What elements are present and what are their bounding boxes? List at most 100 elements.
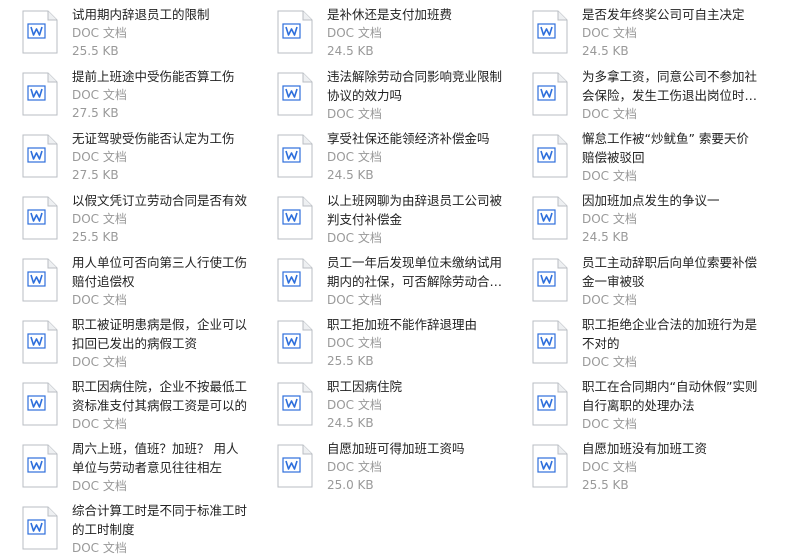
file-title: 职工因病住院，企业不按最低工资标准支付其病假工资是可以的 bbox=[72, 379, 248, 413]
file-type: DOC 文档 bbox=[582, 26, 637, 40]
file-meta: 职工被证明患病是假，企业可以扣回已发出的病假工资 DOC 文档 bbox=[72, 315, 250, 371]
file-type: DOC 文档 bbox=[327, 336, 382, 350]
file-type: DOC 文档 bbox=[72, 212, 127, 226]
file-title: 试用期内辞退员工的限制 bbox=[72, 7, 210, 22]
file-item[interactable]: 因加班加点发生的争议一 DOC 文档 24.5 KB bbox=[510, 191, 760, 247]
file-meta: 员工一年后发现单位未缴纳试用期内的社保，可否解除劳动合同并... DOC 文档 bbox=[327, 253, 505, 309]
word-doc-icon bbox=[532, 196, 568, 240]
file-type: DOC 文档 bbox=[327, 107, 382, 121]
file-item[interactable]: 违法解除劳动合同影响竞业限制协议的效力吗 DOC 文档 bbox=[255, 67, 505, 123]
word-doc-icon bbox=[532, 258, 568, 302]
file-meta: 享受社保还能领经济补偿金吗 DOC 文档 24.5 KB bbox=[327, 129, 505, 184]
file-type: DOC 文档 bbox=[582, 169, 637, 183]
word-doc-icon bbox=[277, 258, 313, 302]
file-title: 自愿加班可得加班工资吗 bbox=[327, 441, 465, 456]
file-type: DOC 文档 bbox=[72, 293, 127, 307]
file-title: 职工在合同期内“自动休假”实则自行离职的处理办法 bbox=[582, 379, 758, 413]
file-size: 25.5 KB bbox=[72, 230, 119, 244]
file-title: 享受社保还能领经济补偿金吗 bbox=[327, 131, 490, 146]
file-meta: 以假文凭订立劳动合同是否有效 DOC 文档 25.5 KB bbox=[72, 191, 250, 246]
file-title: 是否发年终奖公司可自主决定 bbox=[582, 7, 745, 22]
file-title: 懈怠工作被“炒鱿鱼” 索要天价赔偿被驳回 bbox=[582, 131, 749, 165]
word-doc-icon bbox=[22, 444, 58, 488]
word-doc-icon bbox=[532, 10, 568, 54]
file-item[interactable]: 试用期内辞退员工的限制 DOC 文档 25.5 KB bbox=[0, 5, 250, 61]
file-item[interactable]: 自愿加班没有加班工资 DOC 文档 25.5 KB bbox=[510, 439, 760, 495]
file-size: 24.5 KB bbox=[582, 230, 629, 244]
file-title: 提前上班途中受伤能否算工伤 bbox=[72, 69, 235, 84]
file-meta: 无证驾驶受伤能否认定为工伤 DOC 文档 27.5 KB bbox=[72, 129, 250, 184]
file-meta: 以上班网聊为由辞退员工公司被判支付补偿金 DOC 文档 bbox=[327, 191, 505, 247]
file-item[interactable]: 是否发年终奖公司可自主决定 DOC 文档 24.5 KB bbox=[510, 5, 760, 61]
file-item[interactable]: 为多拿工资，同意公司不参加社会保险，发生工伤退出岗位时保险... DOC 文档 bbox=[510, 67, 760, 123]
file-type: DOC 文档 bbox=[582, 355, 637, 369]
word-doc-icon bbox=[22, 320, 58, 364]
word-doc-icon bbox=[22, 72, 58, 116]
file-title: 职工拒绝企业合法的加班行为是不对的 bbox=[582, 317, 758, 351]
file-item[interactable]: 享受社保还能领经济补偿金吗 DOC 文档 24.5 KB bbox=[255, 129, 505, 185]
file-title: 职工拒加班不能作辞退理由 bbox=[327, 317, 478, 332]
file-meta: 为多拿工资，同意公司不参加社会保险，发生工伤退出岗位时保险... DOC 文档 bbox=[582, 67, 760, 123]
file-size: 27.5 KB bbox=[72, 106, 119, 120]
word-doc-icon bbox=[22, 196, 58, 240]
word-doc-icon bbox=[277, 134, 313, 178]
file-item[interactable]: 无证驾驶受伤能否认定为工伤 DOC 文档 27.5 KB bbox=[0, 129, 250, 185]
file-title: 无证驾驶受伤能否认定为工伤 bbox=[72, 131, 235, 146]
file-item[interactable]: 周六上班，值班？加班？ 用人单位与劳动者意见往往相左 DOC 文档 bbox=[0, 439, 250, 495]
file-item[interactable]: 以上班网聊为由辞退员工公司被判支付补偿金 DOC 文档 bbox=[255, 191, 505, 247]
file-size: 24.5 KB bbox=[327, 168, 374, 182]
file-item[interactable]: 综合计算工时是不同于标准工时的工时制度 DOC 文档 bbox=[0, 501, 250, 557]
file-meta: 职工在合同期内“自动休假”实则自行离职的处理办法 DOC 文档 bbox=[582, 377, 760, 433]
file-type: DOC 文档 bbox=[327, 26, 382, 40]
file-item[interactable]: 自愿加班可得加班工资吗 DOC 文档 25.0 KB bbox=[255, 439, 505, 495]
file-item[interactable]: 职工被证明患病是假，企业可以扣回已发出的病假工资 DOC 文档 bbox=[0, 315, 250, 371]
file-title: 是补休还是支付加班费 bbox=[327, 7, 453, 22]
file-item[interactable]: 是补休还是支付加班费 DOC 文档 24.5 KB bbox=[255, 5, 505, 61]
file-title: 职工因病住院 bbox=[327, 379, 403, 394]
file-type: DOC 文档 bbox=[327, 460, 382, 474]
file-type: DOC 文档 bbox=[582, 293, 637, 307]
file-size: 27.5 KB bbox=[72, 168, 119, 182]
file-item[interactable]: 职工拒绝企业合法的加班行为是不对的 DOC 文档 bbox=[510, 315, 760, 371]
word-doc-icon bbox=[277, 320, 313, 364]
word-doc-icon bbox=[277, 382, 313, 426]
file-size: 25.5 KB bbox=[582, 478, 629, 492]
file-meta: 懈怠工作被“炒鱿鱼” 索要天价赔偿被驳回 DOC 文档 bbox=[582, 129, 760, 185]
file-type: DOC 文档 bbox=[72, 417, 127, 431]
word-doc-icon bbox=[532, 444, 568, 488]
file-meta: 职工因病住院，企业不按最低工资标准支付其病假工资是可以的 DOC 文档 bbox=[72, 377, 250, 433]
file-meta: 违法解除劳动合同影响竞业限制协议的效力吗 DOC 文档 bbox=[327, 67, 505, 123]
file-item[interactable]: 以假文凭订立劳动合同是否有效 DOC 文档 25.5 KB bbox=[0, 191, 250, 247]
file-type: DOC 文档 bbox=[72, 26, 127, 40]
file-type: DOC 文档 bbox=[327, 293, 382, 307]
file-item[interactable]: 职工拒加班不能作辞退理由 DOC 文档 25.5 KB bbox=[255, 315, 505, 371]
file-item[interactable]: 职工因病住院 DOC 文档 24.5 KB bbox=[255, 377, 505, 433]
word-doc-icon bbox=[277, 444, 313, 488]
file-item[interactable]: 职工因病住院，企业不按最低工资标准支付其病假工资是可以的 DOC 文档 bbox=[0, 377, 250, 433]
file-size: 24.5 KB bbox=[327, 44, 374, 58]
file-meta: 用人单位可否向第三人行使工伤赔付追偿权 DOC 文档 bbox=[72, 253, 250, 309]
word-doc-icon bbox=[22, 258, 58, 302]
file-type: DOC 文档 bbox=[72, 541, 127, 555]
file-item[interactable]: 职工在合同期内“自动休假”实则自行离职的处理办法 DOC 文档 bbox=[510, 377, 760, 433]
file-meta: 自愿加班没有加班工资 DOC 文档 25.5 KB bbox=[582, 439, 760, 494]
file-item[interactable]: 用人单位可否向第三人行使工伤赔付追偿权 DOC 文档 bbox=[0, 253, 250, 309]
word-doc-icon bbox=[277, 10, 313, 54]
file-type: DOC 文档 bbox=[72, 479, 127, 493]
word-doc-icon bbox=[22, 10, 58, 54]
file-meta: 职工拒加班不能作辞退理由 DOC 文档 25.5 KB bbox=[327, 315, 505, 370]
file-item[interactable]: 提前上班途中受伤能否算工伤 DOC 文档 27.5 KB bbox=[0, 67, 250, 123]
file-meta: 提前上班途中受伤能否算工伤 DOC 文档 27.5 KB bbox=[72, 67, 250, 122]
file-size: 25.0 KB bbox=[327, 478, 374, 492]
file-meta: 自愿加班可得加班工资吗 DOC 文档 25.0 KB bbox=[327, 439, 505, 494]
file-item[interactable]: 懈怠工作被“炒鱿鱼” 索要天价赔偿被驳回 DOC 文档 bbox=[510, 129, 760, 185]
file-item[interactable]: 员工一年后发现单位未缴纳试用期内的社保，可否解除劳动合同并... DOC 文档 bbox=[255, 253, 505, 309]
file-title: 以假文凭订立劳动合同是否有效 bbox=[72, 193, 248, 208]
file-meta: 员工主动辞职后向单位索要补偿金一审被驳 DOC 文档 bbox=[582, 253, 760, 309]
file-type: DOC 文档 bbox=[582, 417, 637, 431]
file-size: 24.5 KB bbox=[327, 416, 374, 430]
file-title: 员工一年后发现单位未缴纳试用期内的社保，可否解除劳动合同并... bbox=[327, 255, 503, 289]
word-doc-icon bbox=[532, 320, 568, 364]
file-grid: 试用期内辞退员工的限制 DOC 文档 25.5 KB 是补休还是支付加班费 DOC 文档… bbox=[0, 0, 802, 559]
file-item[interactable]: 员工主动辞职后向单位索要补偿金一审被驳 DOC 文档 bbox=[510, 253, 760, 309]
